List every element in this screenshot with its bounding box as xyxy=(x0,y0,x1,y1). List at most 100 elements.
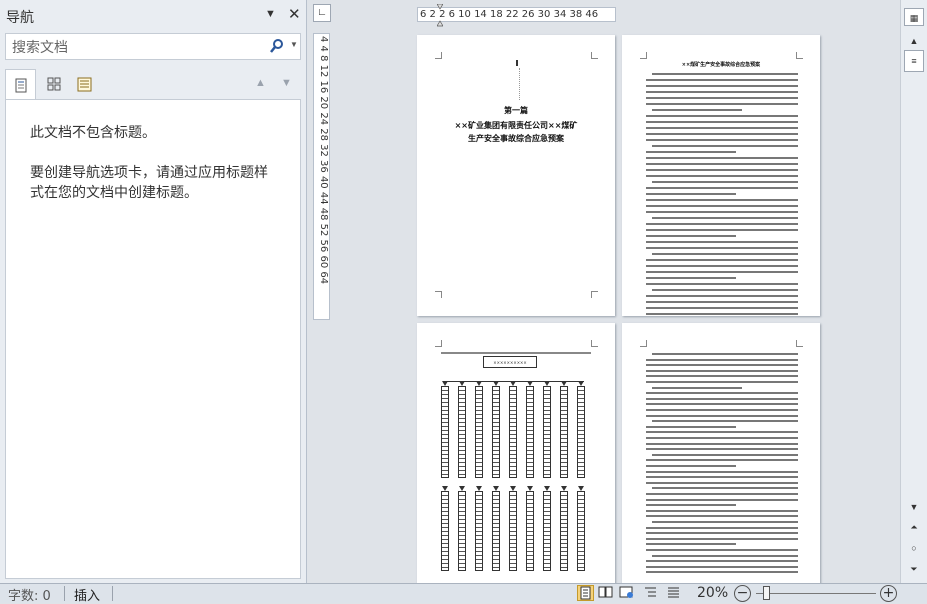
page-3-intro-line xyxy=(441,352,591,354)
text-line xyxy=(652,487,798,490)
outline-view-icon[interactable] xyxy=(643,585,660,601)
text-line xyxy=(652,181,798,183)
search-options-arrow-icon[interactable]: ▼ xyxy=(290,40,298,49)
page-1-title-line-2: ××矿业集团有限责任公司××煤矿 xyxy=(454,121,578,130)
select-browse-object-icon[interactable]: ○ xyxy=(904,539,924,557)
text-line xyxy=(646,448,798,451)
page-1-title-line-1: 第一篇 xyxy=(504,106,528,115)
search-input[interactable] xyxy=(10,37,264,58)
draft-view-icon[interactable] xyxy=(666,585,683,601)
text-line xyxy=(646,397,798,400)
next-result-icon[interactable]: ▼ xyxy=(281,77,292,89)
text-line xyxy=(646,115,798,117)
zoom-slider-track[interactable] xyxy=(756,593,876,594)
text-line xyxy=(646,565,798,568)
web-layout-icon[interactable] xyxy=(619,585,636,601)
indent-marker-icon[interactable] xyxy=(437,4,443,28)
zoom-out-button[interactable]: − xyxy=(734,585,751,602)
crop-mark xyxy=(796,52,803,59)
text-line xyxy=(646,509,798,512)
crop-mark xyxy=(591,291,598,298)
crop-mark xyxy=(435,340,442,347)
text-line xyxy=(646,498,798,501)
search-icon[interactable] xyxy=(269,38,285,54)
text-line xyxy=(646,175,798,177)
text-line xyxy=(646,205,798,207)
page-1[interactable]: 第一篇 ××矿业集团有限责任公司××煤矿 生产安全事故综合应急预案 xyxy=(417,35,615,316)
text-line xyxy=(646,375,798,378)
crop-mark xyxy=(591,52,598,59)
text-line xyxy=(646,199,798,201)
word-count[interactable]: 字数: 0 xyxy=(8,585,51,604)
view-ruler-icon[interactable]: ▦ xyxy=(904,8,924,26)
flowchart-column-box xyxy=(441,491,449,571)
text-line xyxy=(646,571,798,574)
print-layout-view-icon[interactable] xyxy=(577,585,594,601)
pane-menu-arrow-icon[interactable]: ▼ xyxy=(265,8,276,20)
nav-tabs: ▲ ▼ xyxy=(5,69,301,100)
navigation-pane: 导航 ▼ ✕ ▼ ▲ ▼ xyxy=(0,0,307,583)
text-line xyxy=(646,121,798,123)
scroll-down-icon[interactable]: ▼ xyxy=(904,498,924,516)
close-icon[interactable]: ✕ xyxy=(288,5,301,23)
previous-page-icon[interactable]: ⏶ xyxy=(904,518,924,536)
text-line xyxy=(646,532,798,535)
tab-selector-button[interactable]: ∟ xyxy=(313,4,331,22)
next-page-icon[interactable]: ⏷ xyxy=(904,560,924,578)
vertical-ruler-numbers: 4 4 8 12 16 20 24 28 32 36 40 44 48 52 5… xyxy=(318,36,329,285)
page-3[interactable]: ×××××××××× xyxy=(417,323,615,583)
page-2[interactable]: ××煤矿生产安全事故综合应急预案 xyxy=(622,35,820,316)
text-line xyxy=(646,133,798,135)
text-line xyxy=(652,289,798,291)
search-box: ▼ xyxy=(5,33,301,60)
horizontal-ruler[interactable]: 6 2 2 6 10 14 18 22 26 30 34 38 46 xyxy=(417,7,616,22)
tab-browse-results[interactable] xyxy=(69,69,100,99)
crop-mark xyxy=(640,52,647,59)
text-line xyxy=(646,259,798,261)
flowchart-column-box xyxy=(560,491,568,571)
text-line xyxy=(652,109,742,111)
text-line xyxy=(646,414,798,417)
scroll-thumb[interactable]: ≡ xyxy=(904,50,924,72)
text-line xyxy=(646,403,798,406)
text-line xyxy=(646,223,798,225)
crop-mark xyxy=(796,340,803,347)
insert-mode[interactable]: 插入 xyxy=(74,585,100,604)
text-line xyxy=(646,442,798,445)
flowchart-top-box: ×××××××××× xyxy=(483,356,537,368)
full-screen-reading-icon[interactable] xyxy=(598,585,615,601)
zoom-level[interactable]: 20% xyxy=(697,585,728,601)
zoom-slider-thumb[interactable] xyxy=(763,586,770,600)
text-line xyxy=(652,73,798,75)
status-separator xyxy=(112,586,113,601)
vertical-scrollbar[interactable]: ▦ ▲ ≡ ▼ ⏶ ○ ⏷ xyxy=(900,0,927,583)
text-line xyxy=(646,277,736,279)
crop-mark xyxy=(435,52,442,59)
text-line xyxy=(646,425,736,428)
text-line xyxy=(646,91,798,93)
text-line xyxy=(646,295,798,297)
tab-browse-headings[interactable] xyxy=(5,69,36,100)
flowchart-column-box xyxy=(441,386,449,478)
zoom-in-button[interactable]: + xyxy=(880,585,897,602)
flowchart-column-box xyxy=(475,386,483,478)
flowchart-column-box xyxy=(509,491,517,571)
tab-browse-pages[interactable] xyxy=(38,69,69,99)
flowchart-column-box xyxy=(475,491,483,571)
previous-result-icon[interactable]: ▲ xyxy=(255,77,266,89)
text-line xyxy=(646,97,798,99)
vertical-ruler[interactable]: 4 4 8 12 16 20 24 28 32 36 40 44 48 52 5… xyxy=(313,33,330,320)
text-line xyxy=(646,79,798,81)
document-area[interactable]: 第一篇 ××矿业集团有限责任公司××煤矿 生产安全事故综合应急预案 ××煤矿生产… xyxy=(336,26,900,583)
text-line xyxy=(646,364,798,367)
text-line xyxy=(646,85,798,87)
nav-title-bar: 导航 ▼ ✕ xyxy=(0,0,306,30)
flowchart-column-box xyxy=(509,386,517,478)
flowchart-column-box xyxy=(560,386,568,478)
text-line xyxy=(646,537,798,540)
scroll-up-icon[interactable]: ▲ xyxy=(904,32,924,50)
page-4[interactable] xyxy=(622,323,820,583)
text-line xyxy=(646,431,798,434)
text-line xyxy=(652,453,798,456)
text-line xyxy=(652,386,742,389)
